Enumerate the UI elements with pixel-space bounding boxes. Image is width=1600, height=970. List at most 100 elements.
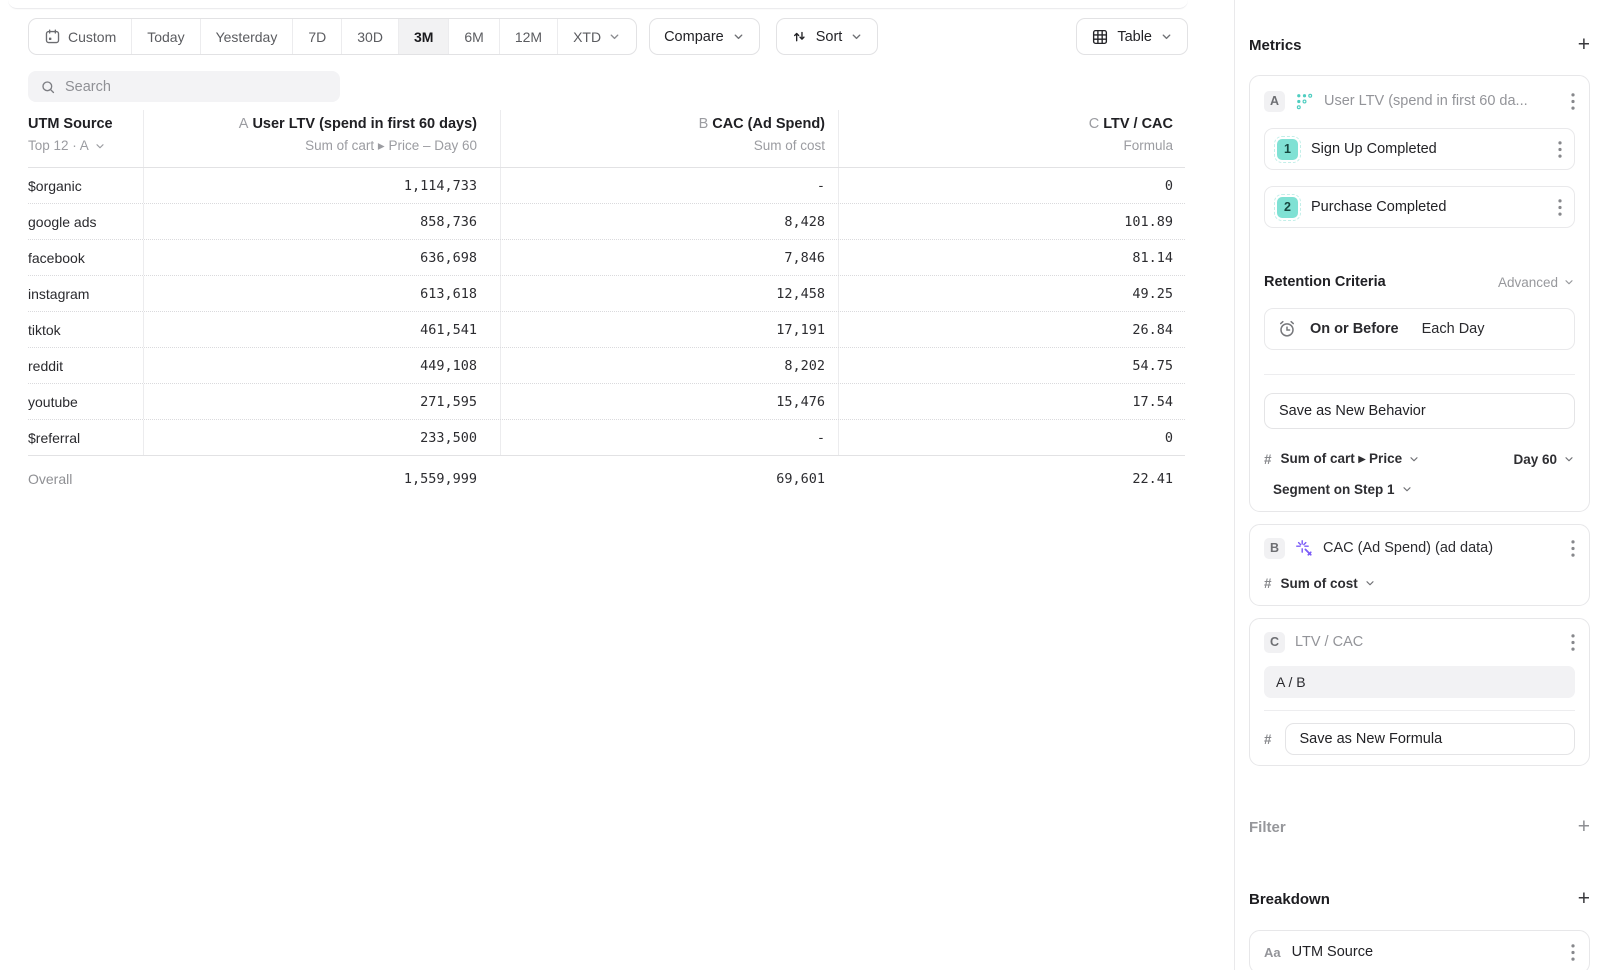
calendar-icon <box>44 28 61 45</box>
add-breakdown-button[interactable]: + <box>1578 889 1590 909</box>
cell-value-c: 49.25 <box>1132 286 1173 302</box>
retention-condition[interactable]: On or Before Each Day <box>1264 308 1575 350</box>
date-range-label: 30D <box>357 29 383 45</box>
table-row[interactable]: youtube 271,595 15,476 17.54 <box>28 384 1185 420</box>
search-input[interactable] <box>65 79 328 95</box>
row-label: facebook <box>28 250 143 266</box>
cell-value-b: 17,191 <box>776 322 825 338</box>
date-range-label: XTD <box>573 29 601 45</box>
add-metric-button[interactable]: + <box>1578 35 1590 55</box>
aggregation-dropdown-b[interactable]: Sum of cost <box>1281 576 1376 591</box>
retention-mode-label: Advanced <box>1498 275 1558 290</box>
table-header-col-b[interactable]: BCAC (Ad Spend) Sum of cost <box>500 110 838 167</box>
table-overall-row: Overall 1,559,999 69,601 22.41 <box>28 456 1185 501</box>
day-window-label: Day 60 <box>1513 452 1557 467</box>
compare-button[interactable]: Compare <box>649 18 760 55</box>
view-type-table-button[interactable]: Table <box>1076 18 1188 55</box>
table-row[interactable]: tiktok 461,541 17,191 26.84 <box>28 312 1185 348</box>
breakdown-item-card[interactable]: Aa UTM Source <box>1249 930 1590 970</box>
query-builder-sidebar: Metrics + A User LTV (spend in first 60 … <box>1234 0 1600 970</box>
save-as-new-formula-button[interactable]: Save as New Formula <box>1285 723 1575 755</box>
column-title: LTV / CAC <box>1103 116 1173 132</box>
cell-value-c: 0 <box>1165 178 1173 194</box>
kebab-menu-icon[interactable] <box>1571 634 1575 651</box>
metric-name-b[interactable]: CAC (Ad Spend) (ad data) <box>1323 540 1561 556</box>
view-type-label: Table <box>1117 29 1152 45</box>
table-row[interactable]: instagram 613,618 12,458 49.25 <box>28 276 1185 312</box>
retention-mode-dropdown[interactable]: Advanced <box>1498 275 1575 290</box>
chevron-down-icon[interactable] <box>94 140 106 152</box>
cell-value-a: 613,618 <box>420 286 477 302</box>
date-range-3m-active[interactable]: 3M <box>399 19 449 54</box>
table-row[interactable]: $referral 233,500 - 0 <box>28 420 1185 456</box>
metric-name-c[interactable]: LTV / CAC <box>1295 634 1561 650</box>
date-range-xtd[interactable]: XTD <box>558 19 636 54</box>
kebab-menu-icon[interactable] <box>1571 944 1575 961</box>
table-row[interactable]: facebook 636,698 7,846 81.14 <box>28 240 1185 276</box>
table-row[interactable]: google ads 858,736 8,428 101.89 <box>28 204 1185 240</box>
date-range-yesterday[interactable]: Yesterday <box>201 19 294 54</box>
date-range-label: Custom <box>68 29 116 45</box>
panel-top-edge <box>8 0 1188 9</box>
table-header-col-a[interactable]: AUser LTV (spend in first 60 days) Sum o… <box>143 110 500 167</box>
kebab-menu-icon[interactable] <box>1558 199 1562 216</box>
date-range-7d[interactable]: 7D <box>293 19 342 54</box>
overall-label: Overall <box>28 471 143 487</box>
breakdown-table: UTM Source Top 12 · A AUser LTV (spend i… <box>28 110 1185 501</box>
step-label: Purchase Completed <box>1311 199 1545 215</box>
chevron-down-icon <box>850 30 863 43</box>
metric-card-a: A User LTV (spend in first 60 da... 1 Si… <box>1249 75 1590 512</box>
metric-badge-c: C <box>1264 632 1285 653</box>
cell-value-c: 26.84 <box>1132 322 1173 338</box>
table-header-col-c[interactable]: CLTV / CAC Formula <box>838 110 1185 167</box>
cell-value-a: 461,541 <box>420 322 477 338</box>
row-label: $referral <box>28 430 143 446</box>
sort-button[interactable]: Sort <box>776 18 879 55</box>
cell-value-b: 12,458 <box>776 286 825 302</box>
aggregation-label: Sum of cart ▸ Price <box>1281 451 1403 467</box>
kebab-menu-icon[interactable] <box>1558 141 1562 158</box>
table-header-row: UTM Source Top 12 · A AUser LTV (spend i… <box>28 110 1185 168</box>
sort-arrows-icon <box>791 28 808 45</box>
retention-criteria-title: Retention Criteria <box>1264 274 1386 290</box>
alarm-clock-icon <box>1277 319 1297 339</box>
funnel-step-1[interactable]: 1 Sign Up Completed <box>1264 128 1575 170</box>
chevron-down-icon <box>1364 577 1376 589</box>
table-header-utm-source[interactable]: UTM Source Top 12 · A <box>28 110 143 167</box>
column-subtitle: Formula <box>1123 138 1173 153</box>
table-grid-icon <box>1091 28 1109 46</box>
metric-name-a[interactable]: User LTV (spend in first 60 da... <box>1324 93 1561 109</box>
row-header-subtitle: Top 12 · A <box>28 138 89 153</box>
funnel-step-2[interactable]: 2 Purchase Completed <box>1264 186 1575 228</box>
step-badge: 1 <box>1277 139 1298 160</box>
add-filter-button[interactable]: + <box>1578 817 1590 837</box>
day-window-dropdown[interactable]: Day 60 <box>1513 452 1575 467</box>
row-label: google ads <box>28 214 143 230</box>
retention-window-label[interactable]: Each Day <box>1422 321 1485 337</box>
formula-input[interactable]: A / B <box>1264 666 1575 698</box>
date-range-30d[interactable]: 30D <box>342 19 399 54</box>
date-range-today[interactable]: Today <box>132 19 200 54</box>
kebab-menu-icon[interactable] <box>1571 540 1575 557</box>
chevron-down-icon <box>1563 276 1575 288</box>
row-label: reddit <box>28 358 143 374</box>
kebab-menu-icon[interactable] <box>1571 93 1575 110</box>
table-row[interactable]: $organic 1,114,733 - 0 <box>28 168 1185 204</box>
table-row[interactable]: reddit 449,108 8,202 54.75 <box>28 348 1185 384</box>
date-range-12m[interactable]: 12M <box>500 19 558 54</box>
cell-value-c: 0 <box>1165 430 1173 446</box>
cell-value-b: 8,428 <box>784 214 825 230</box>
cell-value-b: 8,202 <box>784 358 825 374</box>
metric-card-c: C LTV / CAC A / B # Save as New Formula <box>1249 618 1590 766</box>
number-property-icon: # <box>1264 452 1272 467</box>
cell-value-a: 449,108 <box>420 358 477 374</box>
date-range-6m[interactable]: 6M <box>449 19 499 54</box>
segment-on-step-dropdown[interactable]: Segment on Step 1 <box>1273 482 1413 497</box>
row-label: tiktok <box>28 322 143 338</box>
sparkle-cursor-icon <box>1295 539 1313 557</box>
aggregation-dropdown-a[interactable]: Sum of cart ▸ Price <box>1281 451 1421 467</box>
save-as-new-behavior-button[interactable]: Save as New Behavior <box>1264 393 1575 429</box>
date-range-custom[interactable]: Custom <box>29 19 132 54</box>
row-label: youtube <box>28 394 143 410</box>
date-range-label: Today <box>147 29 184 45</box>
